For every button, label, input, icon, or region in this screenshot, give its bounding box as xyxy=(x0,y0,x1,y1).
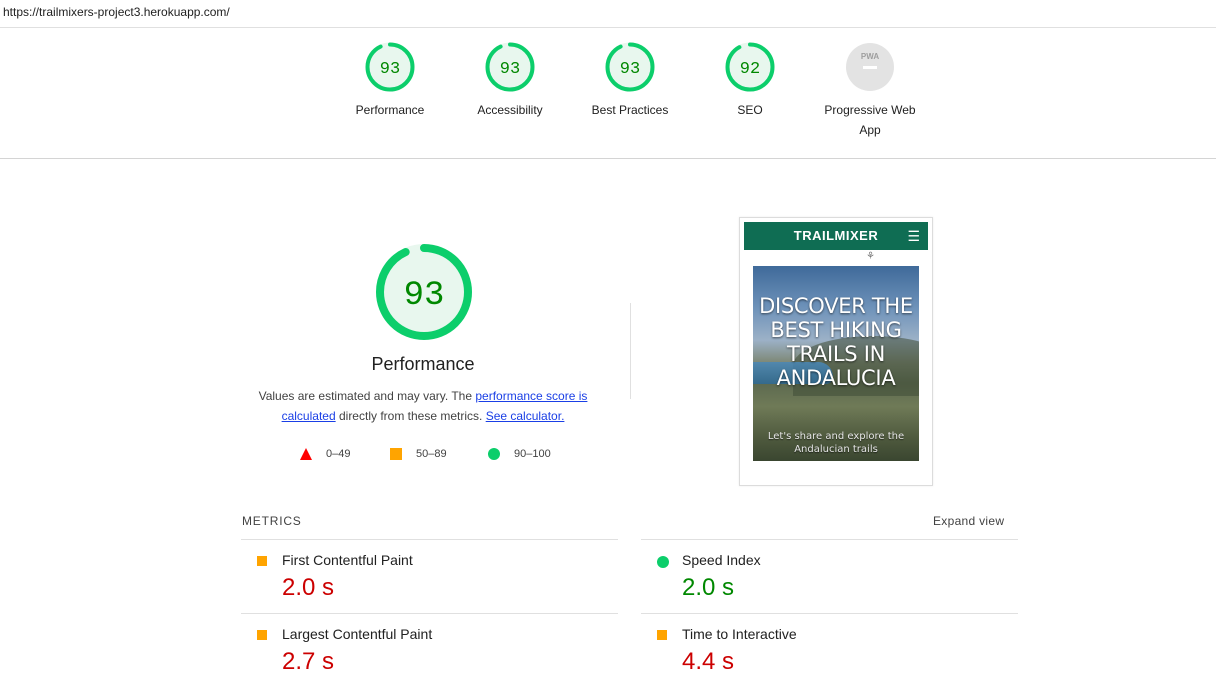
metric-value: 2.0 s xyxy=(682,574,735,601)
best-practices-score: 93 xyxy=(620,60,640,79)
orange-square-icon xyxy=(257,630,267,640)
red-triangle-icon xyxy=(300,448,312,460)
performance-title: Performance xyxy=(371,354,475,374)
performance-score-ring: 93 xyxy=(365,42,415,92)
performance-description: Values are estimated and may vary. The p… xyxy=(240,386,606,426)
hero-subtext: Let's share and explore the Andalucian t… xyxy=(767,431,905,455)
url-bar: https://trailmixers-project3.herokuapp.c… xyxy=(0,0,1216,28)
accessibility-score: 93 xyxy=(500,60,520,79)
hiker-logo-icon: ⚘ xyxy=(866,251,875,262)
gauge-label: Progressive Web App xyxy=(824,103,916,137)
metric-name: Largest Contentful Paint xyxy=(282,626,433,642)
orange-square-icon xyxy=(257,556,267,566)
desc-text-prefix: Values are estimated and may vary. The xyxy=(258,389,476,403)
page-url: https://trailmixers-project3.herokuapp.c… xyxy=(3,5,230,19)
hero-image: DISCOVER THE BEST HIKING TRAILS IN ANDAL… xyxy=(753,266,919,461)
metrics-header: METRICS xyxy=(242,514,302,528)
gauge-label: Best Practices xyxy=(591,103,669,117)
metric-name: Time to Interactive xyxy=(682,626,797,642)
metric-time-to-interactive: Time to Interactive 4.4 s xyxy=(641,613,1018,688)
vertical-divider xyxy=(630,303,631,399)
metric-value: 2.0 s xyxy=(282,574,335,601)
metric-value: 2.7 s xyxy=(282,648,335,675)
best-practices-score-ring: 93 xyxy=(605,42,655,92)
orange-square-icon xyxy=(390,448,402,460)
seo-score-ring: 92 xyxy=(725,42,775,92)
legend-range: 0–49 xyxy=(326,448,351,460)
legend-range: 90–100 xyxy=(514,448,551,460)
accessibility-score-ring: 93 xyxy=(485,42,535,92)
green-circle-icon xyxy=(657,556,669,568)
green-circle-icon xyxy=(488,448,500,460)
gauge-best-practices[interactable]: 93 Best Practices xyxy=(575,42,685,120)
metric-speed-index: Speed Index 2.0 s xyxy=(641,539,1018,614)
gauge-seo[interactable]: 92 SEO xyxy=(695,42,805,120)
metric-value: 4.4 s xyxy=(682,648,735,675)
gauge-accessibility[interactable]: 93 Accessibility xyxy=(455,42,565,120)
performance-score: 93 xyxy=(380,60,400,79)
gauge-pwa[interactable]: PWA Progressive Web App xyxy=(815,42,925,140)
performance-large-ring: 93 xyxy=(376,244,472,340)
site-brand: TRAILMIXER xyxy=(793,228,879,243)
metric-largest-contentful-paint: Largest Contentful Paint 2.7 s xyxy=(241,613,618,688)
see-calculator-link[interactable]: See calculator. xyxy=(486,409,565,423)
pwa-badge-text: PWA xyxy=(861,52,879,61)
legend-range: 50–89 xyxy=(416,448,447,460)
seo-score: 92 xyxy=(740,60,760,79)
expand-view-toggle[interactable]: Expand view xyxy=(933,514,1004,528)
performance-gauge-large: 93 xyxy=(375,243,473,341)
hamburger-menu-icon: ☰ xyxy=(907,228,920,244)
metric-name: Speed Index xyxy=(682,552,761,568)
score-legend: 0–49 50–89 90–100 xyxy=(240,446,606,462)
metric-first-contentful-paint: First Contentful Paint 2.0 s xyxy=(241,539,618,614)
gauge-label: Accessibility xyxy=(477,103,543,117)
pwa-dash-icon xyxy=(863,66,877,69)
desc-text-mid: directly from these metrics. xyxy=(335,409,486,423)
pwa-badge-icon: PWA xyxy=(846,43,894,91)
performance-large-score: 93 xyxy=(404,277,445,315)
hero-headline: DISCOVER THE BEST HIKING TRAILS IN ANDAL… xyxy=(759,294,913,390)
final-screenshot[interactable]: TRAILMIXER ☰ ⚘ DISCOVER THE BEST HIKING … xyxy=(739,217,933,486)
site-navbar: TRAILMIXER ☰ xyxy=(744,222,928,250)
category-gauges: 93 Performance 93 Accessibility 93 Best … xyxy=(0,28,1216,159)
metric-name: First Contentful Paint xyxy=(282,552,413,568)
gauge-label: Performance xyxy=(355,103,425,117)
orange-square-icon xyxy=(657,630,667,640)
gauge-label: SEO xyxy=(737,103,763,117)
gauge-performance[interactable]: 93 Performance xyxy=(335,42,445,120)
